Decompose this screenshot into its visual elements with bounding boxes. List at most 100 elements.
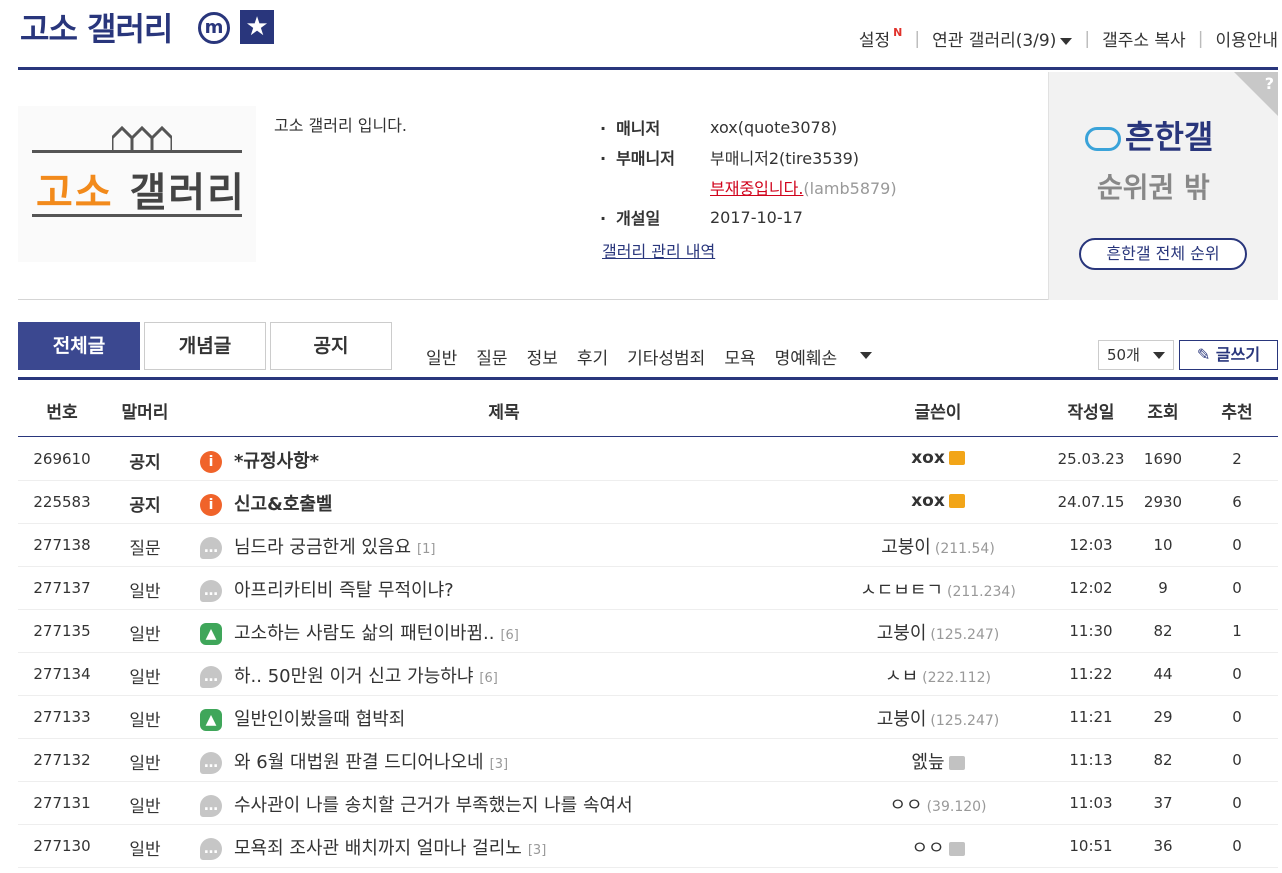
post-title[interactable]: 수사관이 나를 송치할 근거가 부족했는지 나를 속여서 [234, 795, 633, 816]
col-writer: 글쓴이 [914, 403, 962, 423]
head-filter[interactable]: 후기 [577, 344, 608, 369]
head-filter[interactable]: 명예훼손 [775, 344, 838, 369]
post-writer-cell[interactable]: 고붕이 (125.247) [824, 619, 1052, 645]
post-writer[interactable]: 엜늪 [911, 752, 944, 773]
table-row[interactable]: 277138 질문 … 님드라 궁금한게 있음요 [1] 고붕이 (211.54) 12:03… [18, 524, 1278, 567]
post-writer[interactable]: ㅇㅇ [911, 838, 944, 859]
list-tabs: 전체글 개념글 공지 일반 질문 정보 후기 기타성범죄 모욕 명예훼손 50개… [18, 322, 1278, 380]
gallery-title[interactable]: 고소 갤러리 [20, 4, 173, 50]
logo-text-orange: 고소 [36, 170, 114, 216]
post-title-cell[interactable]: ▲ 고소하는 사람도 삶의 패턴이바뀜.. [6] [184, 619, 824, 645]
post-writer-cell[interactable]: 엜늪 [824, 748, 1052, 774]
houses-icon [112, 125, 172, 152]
manager-value[interactable]: xox(quote3078) [710, 118, 837, 137]
post-head: 일반 [129, 711, 161, 731]
post-writer-cell[interactable]: ㅅㄷㅂㅌㄱ (211.234) [824, 576, 1052, 602]
comment-count[interactable]: [3] [528, 843, 546, 858]
post-title-cell[interactable]: … 수사관이 나를 송치할 근거가 부족했는지 나를 속여서 [184, 791, 824, 817]
col-views: 조회 [1147, 403, 1179, 423]
fixed-nick-icon [948, 494, 965, 508]
rank-logo: 흔한갤 [1085, 112, 1213, 158]
post-title-cell[interactable]: i 신고&호출벨 [184, 490, 824, 516]
table-row[interactable]: 277131 일반 … 수사관이 나를 송치할 근거가 부족했는지 나를 속여서 ㅇㅇ(… [18, 782, 1278, 825]
head-filter[interactable]: 모욕 [724, 344, 755, 369]
post-title[interactable]: 아프리카티비 즉탈 무적이냐? [234, 580, 454, 601]
table-row[interactable]: 277133 일반 ▲ 일반인이봤을때 협박죄 고붕이 (125.247) 11:21 29 0 [18, 696, 1278, 739]
post-recommend: 0 [1232, 751, 1242, 769]
table-row[interactable]: 277134 일반 … 하.. 50만원 이거 신고 가능하냐 [6] ㅅㅂ (222.11… [18, 653, 1278, 696]
table-row[interactable]: 277130 일반 … 모욕죄 조사관 배치까지 얼마나 걸리노 [3] ㅇㅇ 10:51 3… [18, 825, 1278, 868]
post-title-cell[interactable]: ▲ 일반인이봤을때 협박죄 [184, 705, 824, 731]
post-title[interactable]: 일반인이봤을때 협박죄 [234, 709, 405, 730]
post-title[interactable]: 고소하는 사람도 삶의 패턴이바뀜.. [234, 623, 494, 644]
post-title-cell[interactable]: i *규정사항* [184, 447, 824, 473]
copy-address-link[interactable]: 갤주소 복사 [1090, 26, 1198, 51]
post-title-cell[interactable]: … 와 6월 대법원 판결 드디어나오네 [3] [184, 748, 824, 774]
write-label: 글쓰기 [1215, 345, 1261, 364]
tab-notice[interactable]: 공지 [270, 322, 392, 370]
submanager-value[interactable]: 부매니저2(tire3539) [710, 145, 859, 169]
post-writer[interactable]: xox [911, 491, 945, 511]
post-views: 44 [1153, 665, 1173, 683]
post-writer-cell[interactable]: xox [824, 447, 1052, 468]
logo-text: 고소 갤러리 [36, 160, 246, 218]
post-title[interactable]: 와 6월 대법원 판결 드디어나오네 [234, 752, 484, 773]
table-row[interactable]: 277135 일반 ▲ 고소하는 사람도 삶의 패턴이바뀜.. [6] 고붕이 (125.2… [18, 610, 1278, 653]
post-writer-cell[interactable]: ㅇㅇ [824, 834, 1052, 860]
gallery-manage-history-link[interactable]: 갤러리 관리 내역 [602, 238, 715, 262]
post-writer[interactable]: ㅅㅂ [885, 666, 918, 687]
table-row[interactable]: 269610 공지 i *규정사항* xox 25.03.23 1690 2 [18, 438, 1278, 481]
guide-link[interactable]: 이용안내 [1203, 26, 1278, 51]
table-row[interactable]: 277132 일반 … 와 6월 대법원 판결 드디어나오네 [3] 엜늪 11:13 82 0 [18, 739, 1278, 782]
post-head: 일반 [129, 582, 161, 602]
tab-concept[interactable]: 개념글 [144, 322, 266, 370]
comment-count[interactable]: [1] [417, 542, 435, 557]
post-writer[interactable]: 고붕이 [881, 537, 931, 558]
text-post-icon: … [200, 537, 222, 559]
post-title-cell[interactable]: … 아프리카티비 즉탈 무적이냐? [184, 576, 824, 602]
post-writer[interactable]: ㅅㄷㅂㅌㄱ [860, 580, 943, 601]
post-writer-cell[interactable]: xox [824, 490, 1052, 511]
post-writer[interactable]: 고붕이 [877, 623, 927, 644]
post-writer[interactable]: 고붕이 [877, 709, 927, 730]
settings-link[interactable]: 설정 N [847, 26, 915, 51]
comment-count[interactable]: [3] [490, 757, 508, 772]
write-button[interactable]: ✎ 글쓰기 [1179, 340, 1278, 370]
chevron-down-icon[interactable] [860, 352, 873, 359]
table-row[interactable]: 277137 일반 … 아프리카티비 즉탈 무적이냐? ㅅㄷㅂㅌㄱ (211.234) 12… [18, 567, 1278, 610]
full-rank-button[interactable]: 흔한갤 전체 순위 [1079, 238, 1247, 270]
help-icon[interactable]: ? [1234, 72, 1278, 116]
post-title[interactable]: 님드라 궁금한게 있음요 [234, 537, 411, 558]
comment-count[interactable]: [6] [479, 671, 497, 686]
post-writer-cell[interactable]: ㅅㅂ (222.112) [824, 662, 1052, 688]
post-writer-cell[interactable]: 고붕이 (211.54) [824, 533, 1052, 559]
head-filter[interactable]: 정보 [527, 344, 558, 369]
head-filter[interactable]: 기타성범죄 [627, 344, 705, 369]
post-writer-cell[interactable]: 고붕이 (125.247) [824, 705, 1052, 731]
post-title[interactable]: *규정사항* [234, 451, 319, 472]
post-head: 일반 [129, 668, 161, 688]
post-title-cell[interactable]: … 하.. 50만원 이거 신고 가능하냐 [6] [184, 662, 824, 688]
tab-all[interactable]: 전체글 [18, 322, 140, 370]
post-title[interactable]: 신고&호출벨 [234, 494, 333, 515]
post-title[interactable]: 모욕죄 조사관 배치까지 얼마나 걸리노 [234, 838, 522, 859]
related-gallery-dropdown[interactable]: 연관 갤러리(3/9) [920, 26, 1084, 51]
post-views: 82 [1153, 622, 1173, 640]
page-size-select[interactable]: 50개 [1098, 340, 1174, 370]
post-recommend: 0 [1232, 579, 1242, 597]
comment-count[interactable]: [6] [500, 628, 518, 643]
post-title-cell[interactable]: … 모욕죄 조사관 배치까지 얼마나 걸리노 [3] [184, 834, 824, 860]
table-row[interactable]: 225583 공지 i 신고&호출벨 xox 24.07.15 2930 6 [18, 481, 1278, 524]
post-title[interactable]: 하.. 50만원 이거 신고 가능하냐 [234, 666, 473, 687]
absent-status[interactable]: 부재중입니다.(lamb5879) [710, 175, 897, 199]
post-writer-cell[interactable]: ㅇㅇ (39.120) [824, 791, 1052, 817]
head-filter[interactable]: 일반 [426, 344, 457, 369]
head-filter[interactable]: 질문 [476, 344, 507, 369]
post-writer[interactable]: xox [911, 448, 945, 468]
post-recommend: 0 [1232, 837, 1242, 855]
favorite-star-icon[interactable]: ★ [240, 10, 274, 44]
post-title-cell[interactable]: … 님드라 궁금한게 있음요 [1] [184, 533, 824, 559]
rank-box: ? 흔한갤 순위권 밖 흔한갤 전체 순위 [1048, 72, 1278, 300]
col-head: 말머리 [121, 403, 169, 423]
post-writer[interactable]: ㅇㅇ [889, 795, 922, 816]
